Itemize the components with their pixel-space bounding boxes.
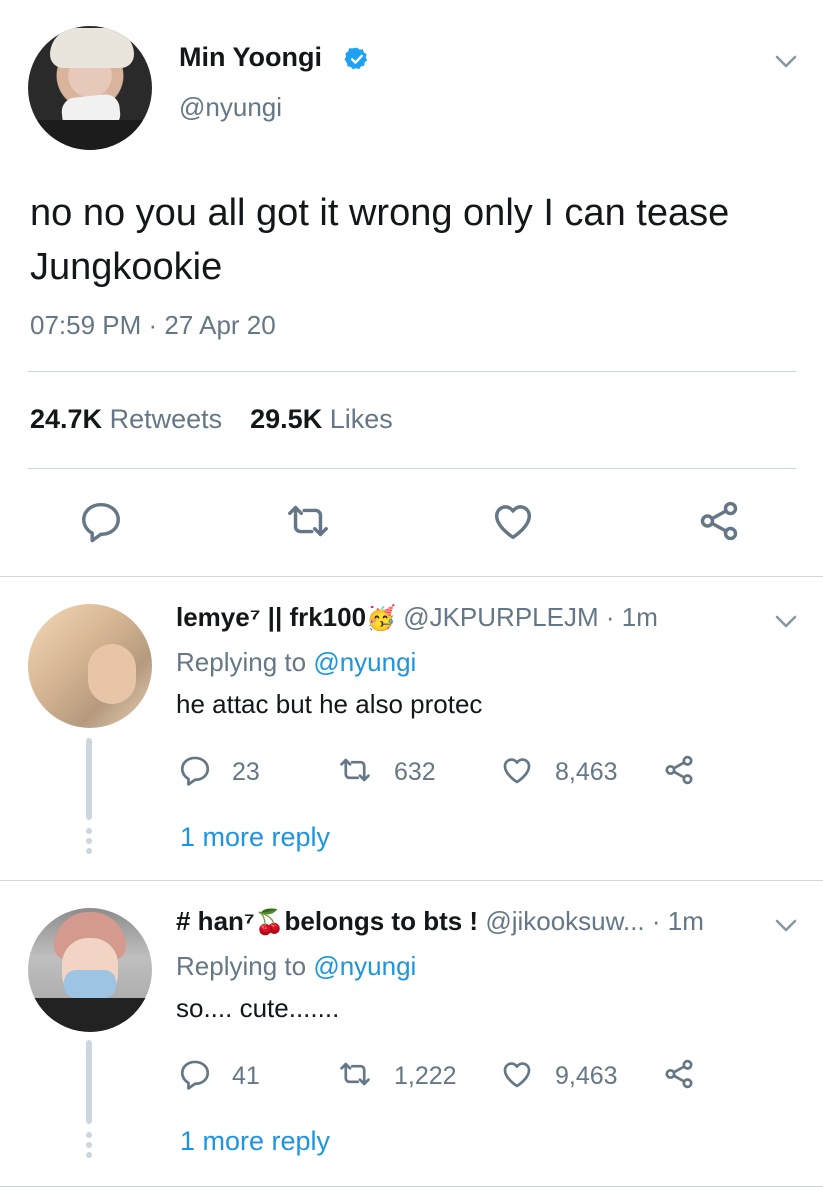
replying-to-mention[interactable]: @nyungi xyxy=(313,951,416,981)
thread-dot xyxy=(86,828,92,834)
retweet-icon[interactable] xyxy=(338,1057,372,1091)
divider xyxy=(0,1186,823,1187)
reply-text: he attac but he also protec xyxy=(176,689,483,719)
retweet-count: 1,222 xyxy=(394,1062,457,1090)
retweets-label: Retweets xyxy=(109,404,223,434)
thread-line xyxy=(86,738,92,820)
replying-to-label: Replying to xyxy=(176,647,307,677)
heart-icon[interactable] xyxy=(500,1057,534,1091)
reply-header: lemye⁷ || frk100🥳 @JKPURPLEJM · 1m xyxy=(176,602,658,633)
reply-header: # han⁷🍒belongs to bts ! @jikooksuw... · … xyxy=(176,906,704,937)
retweet-icon[interactable] xyxy=(285,498,331,544)
share-icon[interactable] xyxy=(696,498,742,544)
retweets-count: 24.7K xyxy=(30,404,103,434)
reply-time: · 1m xyxy=(651,906,704,936)
reply-icon[interactable] xyxy=(178,753,212,787)
reply-display-name-suffix[interactable]: belongs to bts ! xyxy=(285,906,479,936)
chevron-down-icon[interactable] xyxy=(774,918,798,934)
chevron-down-icon[interactable] xyxy=(774,614,798,630)
like-count: 9,463 xyxy=(555,1062,618,1090)
more-replies-link[interactable]: 1 more reply xyxy=(180,822,330,853)
replying-to-mention[interactable]: @nyungi xyxy=(313,647,416,677)
reply-text: so.... cute....... xyxy=(176,993,340,1023)
thread-line xyxy=(86,1040,92,1124)
author-avatar[interactable] xyxy=(28,26,152,150)
thread-dot xyxy=(86,838,92,844)
thread-dot xyxy=(86,1152,92,1158)
reply-avatar[interactable] xyxy=(28,604,152,728)
reply-icon[interactable] xyxy=(78,498,124,544)
replying-to-label: Replying to xyxy=(176,951,307,981)
verified-badge-icon xyxy=(344,47,368,70)
tweet-text: no no you all got it wrong only I can te… xyxy=(30,192,730,288)
retweet-icon[interactable] xyxy=(338,753,372,787)
tweet-stats: 24.7K Retweets 29.5K Likes xyxy=(30,404,393,435)
reply-display-name[interactable]: lemye⁷ || frk100 xyxy=(176,602,366,632)
reply-handle[interactable]: @jikooksuw... xyxy=(485,906,644,936)
reply-icon[interactable] xyxy=(178,1057,212,1091)
divider xyxy=(28,371,796,372)
likes-count: 29.5K xyxy=(250,404,323,434)
author-handle[interactable]: @nyungi xyxy=(179,92,282,123)
likes-stat[interactable]: 29.5K Likes xyxy=(250,404,393,434)
cherry-emoji: 🍒 xyxy=(254,909,285,936)
more-replies-link[interactable]: 1 more reply xyxy=(180,1126,330,1157)
divider xyxy=(0,880,823,881)
reply-display-name[interactable]: # han⁷ xyxy=(176,906,255,936)
reply-count: 23 xyxy=(232,758,260,786)
replying-to: Replying to @nyungi xyxy=(176,951,416,982)
author-display-name[interactable]: Min Yoongi xyxy=(179,42,322,73)
heart-icon[interactable] xyxy=(500,753,534,787)
reply-count: 41 xyxy=(232,1062,260,1090)
retweets-stat[interactable]: 24.7K Retweets xyxy=(30,404,222,434)
tweet-timestamp[interactable]: 07:59 PM · 27 Apr 20 xyxy=(30,310,276,341)
reply-time: · 1m xyxy=(605,602,658,632)
share-icon[interactable] xyxy=(662,753,696,787)
like-count: 8,463 xyxy=(555,758,618,786)
heart-icon[interactable] xyxy=(490,498,536,544)
retweet-count: 632 xyxy=(394,758,436,786)
thread-dot xyxy=(86,848,92,854)
thread-dot xyxy=(86,1142,92,1148)
replying-to: Replying to @nyungi xyxy=(176,647,416,678)
reply-handle[interactable]: @JKPURPLEJM xyxy=(403,602,598,632)
share-icon[interactable] xyxy=(662,1057,696,1091)
party-emoji: 🥳 xyxy=(366,605,396,632)
divider xyxy=(28,468,796,469)
divider xyxy=(0,576,823,577)
likes-label: Likes xyxy=(329,404,393,434)
chevron-down-icon[interactable] xyxy=(774,54,798,70)
thread-dot xyxy=(86,1132,92,1138)
reply-avatar[interactable] xyxy=(28,908,152,1032)
